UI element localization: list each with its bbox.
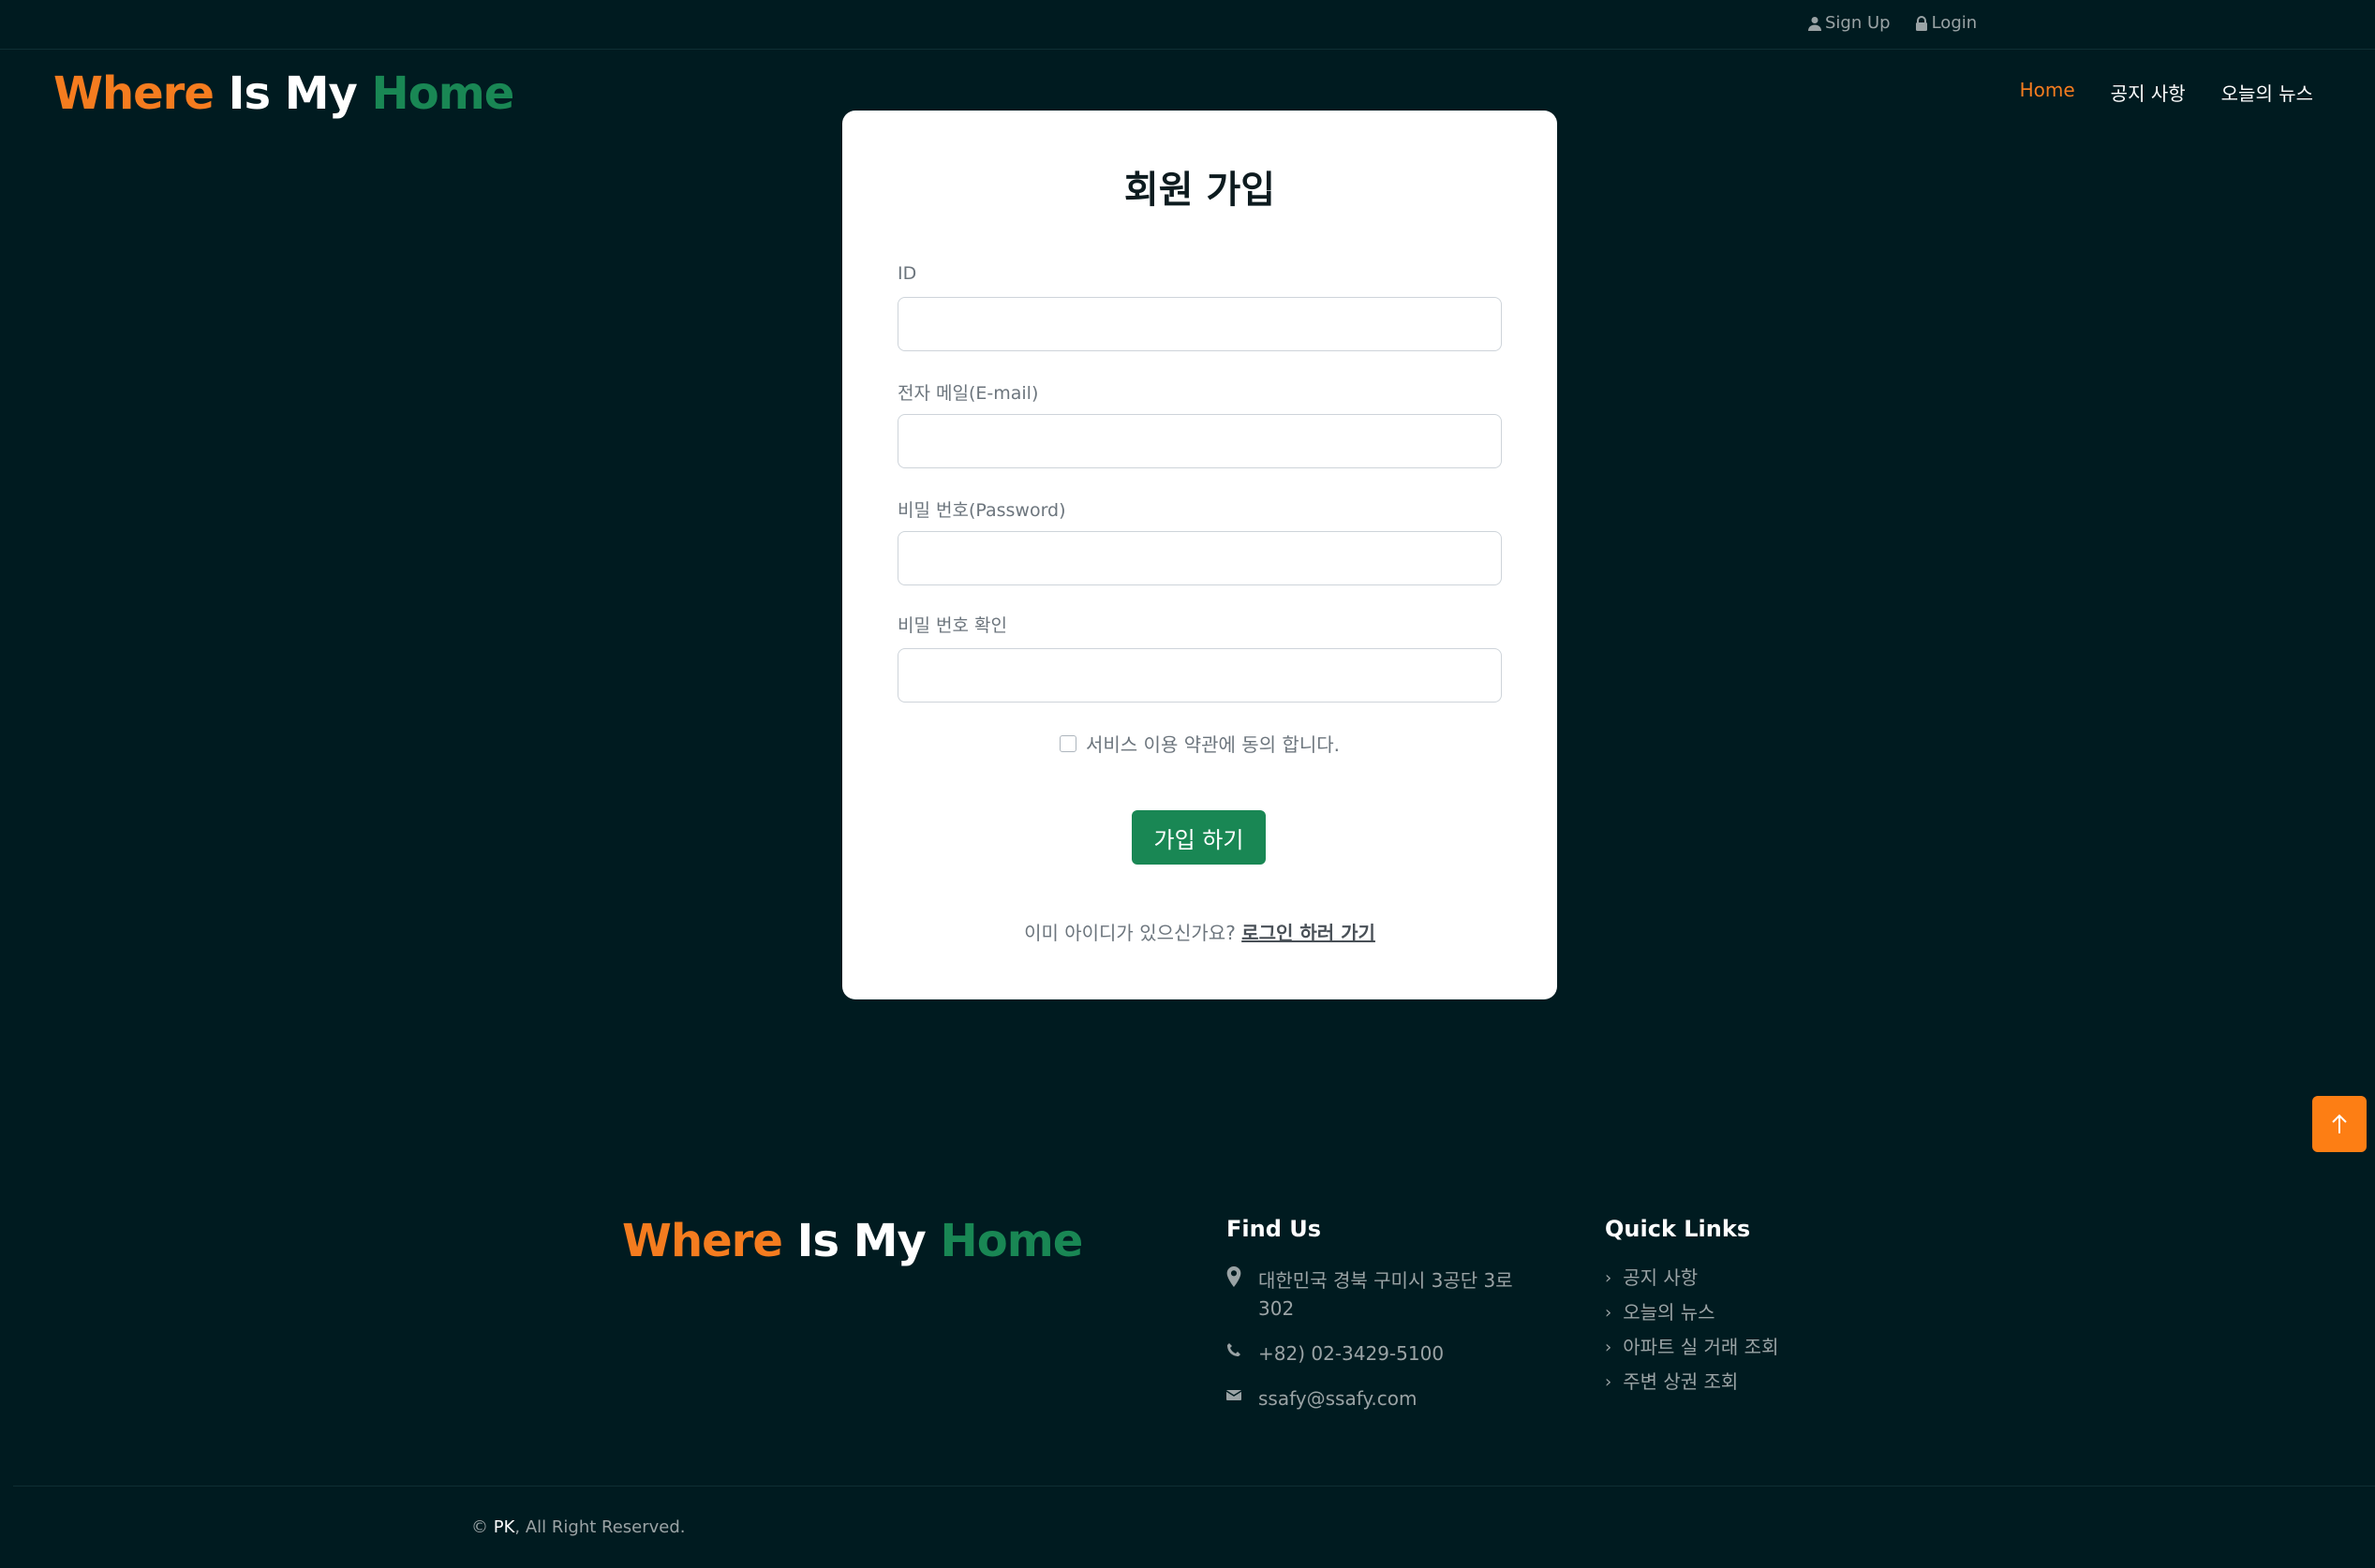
quick-link-label: 오늘의 뉴스 [1623,1301,1715,1324]
user-icon [1808,16,1821,31]
id-input[interactable] [898,297,1502,351]
email-input[interactable] [898,414,1502,468]
find-us-section: Find Us 대한민국 경북 구미시 3공단 3로 302 +82) 02-3… [1226,1216,1545,1429]
email-label: 전자 메일(E-mail) [898,383,1039,404]
copyright: © PK, All Right Reserved. [471,1517,686,1537]
quick-link-label: 공지 사항 [1623,1266,1699,1289]
find-us-title: Find Us [1226,1216,1322,1242]
login-link[interactable]: Login [1915,13,1978,33]
phone-icon [1227,1343,1240,1356]
quick-link-notice[interactable]: › 공지 사항 [1605,1266,1778,1290]
lock-icon [1915,15,1927,31]
footer-logo-word-home: Home [940,1215,1084,1267]
id-label: ID [898,263,917,284]
footer-logo-word-where: Where [622,1215,783,1267]
email-text[interactable]: ssafy@ssafy.com [1258,1384,1417,1413]
address-text: 대한민국 경북 구미시 3공단 3로 302 [1258,1269,1513,1320]
email-row: ssafy@ssafy.com [1226,1384,1545,1413]
top-links: Sign Up Login [1808,13,1977,33]
quick-link-label: 아파트 실 거래 조회 [1623,1336,1779,1358]
envelope-icon [1226,1390,1241,1400]
top-bar: Sign Up Login [0,0,2375,50]
logo-word-is-my: Is My [228,67,358,120]
nav-item-notice[interactable]: 공지 사항 [2111,79,2186,106]
map-marker-icon [1226,1266,1241,1287]
logo-word-home: Home [371,67,515,120]
arrow-up-icon [2332,1114,2347,1133]
go-to-login-link[interactable]: 로그인 하러 가기 [1241,922,1375,944]
copyright-name[interactable]: PK [494,1517,515,1537]
phone-text: +82) 02-3429-5100 [1258,1342,1445,1365]
footer-logo[interactable]: Where Is My Home [622,1215,1084,1267]
quick-link-commercial[interactable]: › 주변 상권 조회 [1605,1370,1778,1394]
quick-links-title: Quick Links [1605,1216,1751,1242]
terms-agreement: 서비스 이용 약관에 동의 합니다. [842,730,1557,757]
chevron-right-icon: › [1605,1372,1612,1392]
copyright-symbol: © [471,1517,488,1537]
login-prompt-text: 이미 아이디가 있으신가요? [1024,922,1236,944]
main-nav: Home 공지 사항 오늘의 뉴스 [2020,79,2313,106]
copyright-text: , All Right Reserved. [514,1517,686,1537]
chevron-right-icon: › [1605,1338,1612,1357]
back-to-top-button[interactable] [2312,1096,2367,1152]
quick-links-section: Quick Links › 공지 사항 › 오늘의 뉴스 › 아파트 실 거래 … [1605,1216,1778,1405]
chevron-right-icon: › [1605,1268,1612,1288]
page-title: 회원 가입 [1123,169,1276,212]
login-prompt: 이미 아이디가 있으신가요? 로그인 하러 가기 [842,918,1557,945]
logo-word-where: Where [53,67,215,120]
terms-checkbox[interactable] [1060,734,1076,752]
password-label: 비밀 번호(Password) [898,500,1066,521]
quick-link-label: 주변 상권 조회 [1623,1370,1739,1393]
phone-row: +82) 02-3429-5100 [1226,1339,1545,1368]
signup-card: 회원 가입 ID 전자 메일(E-mail) 비밀 번호(Password) 비… [842,111,1557,999]
nav-item-news[interactable]: 오늘의 뉴스 [2221,79,2313,106]
address-row: 대한민국 경북 구미시 3공단 3로 302 [1226,1266,1545,1323]
chevron-right-icon: › [1605,1303,1612,1323]
quick-link-apt-deals[interactable]: › 아파트 실 거래 조회 [1605,1336,1778,1359]
password-confirm-input[interactable] [898,648,1502,703]
signup-label: Sign Up [1825,13,1891,33]
login-label: Login [1931,13,1978,33]
password-input[interactable] [898,531,1502,585]
nav-item-home[interactable]: Home [2020,79,2075,106]
footer-logo-word-is-my: Is My [796,1215,927,1267]
password-confirm-label: 비밀 번호 확인 [898,615,1007,636]
signup-submit-button[interactable]: 가입 하기 [1132,810,1266,865]
footer-divider [13,1486,2375,1487]
terms-label[interactable]: 서비스 이용 약관에 동의 합니다. [1086,730,1340,757]
brand-logo[interactable]: Where Is My Home [53,67,515,120]
signup-link[interactable]: Sign Up [1808,13,1891,33]
quick-link-news[interactable]: › 오늘의 뉴스 [1605,1301,1778,1324]
